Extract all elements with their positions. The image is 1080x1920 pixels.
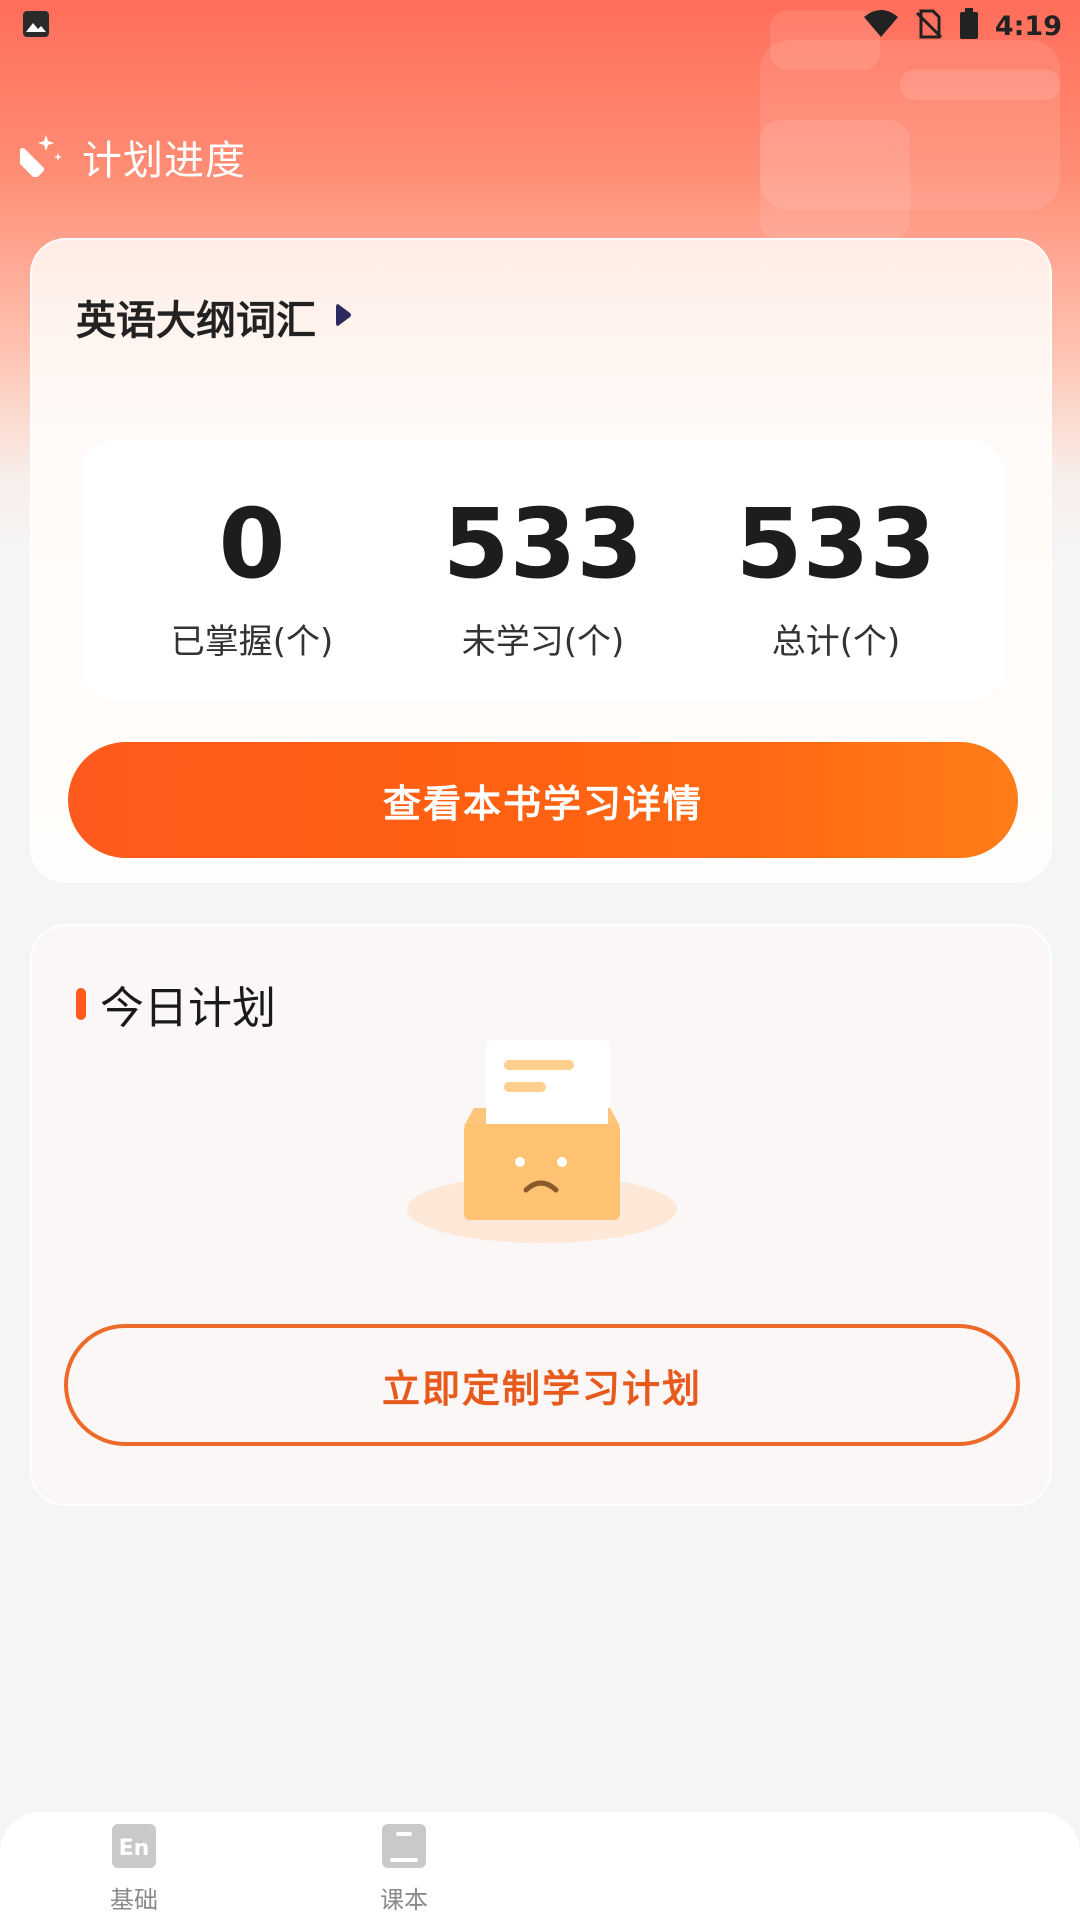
empty-box-icon — [402, 1034, 682, 1244]
nav-label: 基础 — [110, 1886, 158, 1914]
create-study-plan-button[interactable]: 立即定制学习计划 — [64, 1324, 1020, 1446]
caret-right-icon — [334, 302, 354, 332]
book-selector[interactable]: 英语大纲词汇 — [76, 288, 354, 346]
magic-wand-icon — [13, 133, 64, 181]
nav-label: 课本 — [380, 1886, 428, 1914]
plan-title: 今日计划 — [100, 983, 276, 1034]
wifi-icon — [863, 9, 899, 43]
book-title: 英语大纲词汇 — [76, 298, 316, 344]
en-icon: En — [110, 1822, 158, 1874]
stat-total: 533 总计(个) — [706, 440, 966, 700]
status-time: 4:19 — [994, 10, 1062, 42]
nav-item-textbook[interactable]: 课本 — [324, 1822, 484, 1918]
stat-unlearned: 533 未学习(个) — [413, 440, 673, 700]
stat-label: 已掌握(个) — [170, 622, 334, 662]
en-icon-text: En — [119, 1836, 150, 1861]
progress-card: 英语大纲词汇 0 已掌握(个) 533 未学习(个) 533 总计(个) 查看本… — [30, 238, 1052, 883]
bottom-nav: En 基础 课本 — [0, 1812, 1080, 1920]
plan-header: 今日计划 — [76, 972, 276, 1036]
battery-icon — [959, 8, 979, 44]
stat-value: 533 — [442, 488, 644, 600]
page-header: 计划进度 — [13, 128, 246, 186]
status-bar: 4:19 — [0, 0, 1080, 52]
stat-value: 0 — [218, 488, 286, 600]
no-sim-icon — [915, 9, 943, 43]
stat-label: 总计(个) — [771, 622, 901, 662]
page-title: 计划进度 — [82, 138, 246, 184]
nav-item-basics[interactable]: En 基础 — [54, 1822, 214, 1918]
stat-value: 533 — [735, 488, 937, 600]
app-screen: 4:19 计划进度 英语大纲词汇 0 已掌握(个) 533 未学习(个) 533… — [0, 0, 1080, 1920]
section-marker — [76, 988, 86, 1020]
today-plan-card: 今日计划 立即定制学习计划 — [30, 924, 1052, 1506]
image-icon — [22, 10, 50, 42]
stats-panel: 0 已掌握(个) 533 未学习(个) 533 总计(个) — [82, 440, 1004, 700]
view-book-details-button[interactable]: 查看本书学习详情 — [68, 742, 1018, 858]
stat-mastered: 0 已掌握(个) — [122, 440, 382, 700]
book-icon — [380, 1822, 428, 1874]
stat-label: 未学习(个) — [461, 622, 625, 662]
